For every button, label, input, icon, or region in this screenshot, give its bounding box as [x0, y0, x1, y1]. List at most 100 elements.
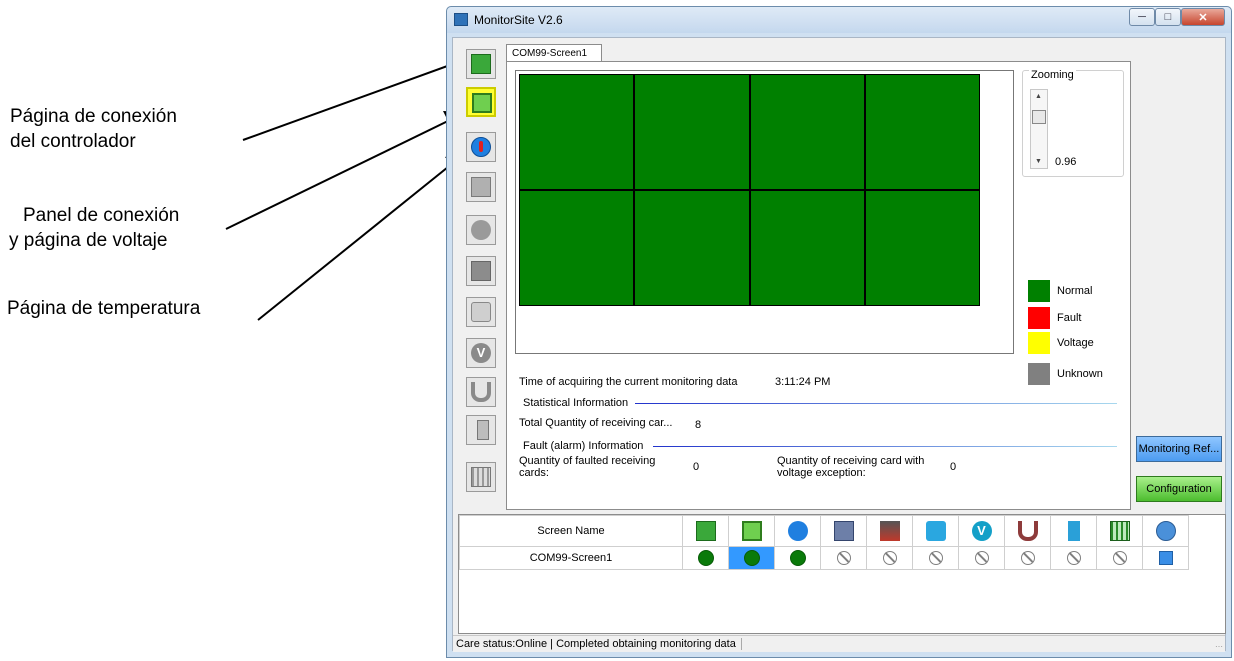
receiving-card-cell[interactable]	[749, 190, 865, 306]
panel-connection-icon	[472, 93, 492, 113]
magnet-icon	[471, 382, 491, 402]
fault-header: Fault (alarm) Information	[523, 440, 644, 452]
maximize-icon: □	[1164, 11, 1172, 23]
receiving-card-cell[interactable]	[864, 74, 980, 190]
minimize-icon: ─	[1138, 11, 1146, 23]
faulted-label-line: Quantity of faulted receiving	[519, 455, 656, 467]
receiving-card-cell[interactable]	[519, 74, 635, 190]
screen-map	[515, 70, 1014, 354]
screen-status-grid: Screen Name V COM99-Screen1	[458, 514, 1226, 634]
column-header[interactable]	[912, 515, 959, 547]
panel-connection-icon	[741, 521, 762, 541]
status-cell[interactable]	[682, 546, 729, 570]
monitoring-refresh-button[interactable]: Monitoring Ref...	[1136, 436, 1222, 462]
receiving-card-cell[interactable]	[634, 74, 750, 190]
status-cell[interactable]	[866, 546, 913, 570]
configuration-button[interactable]: Configuration	[1136, 476, 1222, 502]
faulted-label-line: cards:	[519, 467, 549, 479]
legend-label: Voltage	[1057, 337, 1094, 349]
status-cell[interactable]	[958, 546, 1005, 570]
controller-board-icon	[471, 54, 491, 74]
table-row[interactable]: COM99-Screen1	[459, 546, 1189, 570]
column-header[interactable]	[820, 515, 867, 547]
voltage-exception-label: Quantity of receiving card with voltage …	[777, 455, 924, 479]
status-ok-icon	[743, 550, 760, 566]
column-header[interactable]	[682, 515, 729, 547]
toolbar-button-panel-connection[interactable]	[466, 87, 496, 117]
legend-swatch	[1028, 363, 1050, 385]
slider-down-icon[interactable]: ▼	[1035, 158, 1042, 165]
status-cell[interactable]	[912, 546, 959, 570]
toolbar-button-module-grid[interactable]	[466, 462, 496, 492]
slider-up-icon[interactable]: ▲	[1035, 93, 1042, 100]
total-label: Total Quantity of receiving car...	[519, 417, 673, 429]
fan-icon	[471, 302, 491, 322]
toolbar-button-controller[interactable]	[466, 49, 496, 79]
voltage-label-line: Quantity of receiving card with	[777, 455, 925, 467]
toolbar-button-fan[interactable]	[466, 297, 496, 327]
zoom-slider-thumb[interactable]	[1032, 110, 1046, 124]
maximize-button[interactable]: □	[1155, 8, 1181, 26]
total-value: 8	[695, 419, 702, 431]
time-value: 3:11:24 PM	[775, 376, 831, 388]
time-label: Time of acquiring the current monitoring…	[519, 376, 738, 388]
column-header[interactable]	[774, 515, 821, 547]
resize-grip-icon[interactable]: ⋯	[1215, 642, 1223, 651]
column-header-screen-name[interactable]: Screen Name	[459, 515, 683, 547]
faulted-value: 0	[693, 461, 700, 473]
temperature-icon	[787, 521, 808, 541]
receiving-card-cell[interactable]	[864, 190, 980, 306]
status-cell[interactable]	[1142, 546, 1189, 570]
toolbar-button-receiving-card[interactable]	[466, 172, 496, 202]
not-available-icon	[836, 551, 851, 565]
client-area: V COM99-Screen1 Zooming ▲ ▼ 0.96 Normal …	[452, 37, 1226, 652]
tab-panel: Zooming ▲ ▼ 0.96 Normal Fault Voltage Un…	[506, 61, 1131, 510]
status-cell[interactable]	[1050, 546, 1097, 570]
toolbar-button-temperature[interactable]	[466, 132, 496, 162]
toolbar-button-voltage[interactable]: V	[466, 338, 496, 368]
receiving-card-cell[interactable]	[634, 190, 750, 306]
column-header[interactable]	[728, 515, 775, 547]
column-header[interactable]: V	[958, 515, 1005, 547]
receiving-card-icon	[833, 521, 854, 541]
toolbar-button-door[interactable]	[466, 415, 496, 445]
screen-name-cell[interactable]: COM99-Screen1	[459, 546, 683, 570]
column-header[interactable]	[866, 515, 913, 547]
column-header[interactable]	[1050, 515, 1097, 547]
faulted-label: Quantity of faulted receiving cards:	[519, 455, 655, 479]
toolbar-button-humidity[interactable]	[466, 215, 496, 245]
receiving-card-cell[interactable]	[749, 74, 865, 190]
section-divider	[653, 446, 1117, 447]
status-cell[interactable]	[820, 546, 867, 570]
fan-icon	[925, 521, 946, 541]
magnet-icon	[1017, 521, 1038, 541]
window-controls: ─ □ ✕	[1129, 8, 1225, 26]
receiving-card-icon	[471, 177, 491, 197]
status-text: Care status:Online | Completed obtaining…	[456, 638, 742, 650]
legend-label: Normal	[1057, 285, 1093, 297]
title-bar[interactable]: MonitorSite V2.6 ─ □ ✕	[447, 7, 1231, 33]
temperature-icon	[471, 137, 491, 157]
not-available-icon	[974, 551, 989, 565]
status-cell[interactable]	[728, 546, 775, 570]
arrow-temperature	[257, 162, 454, 321]
toolbar-button-magnet[interactable]	[466, 377, 496, 407]
status-cell[interactable]	[1004, 546, 1051, 570]
tab-com99-screen1[interactable]: COM99-Screen1	[506, 44, 602, 62]
status-cell[interactable]	[1096, 546, 1143, 570]
arrow-panel	[225, 119, 451, 230]
voltage-icon: V	[471, 343, 491, 363]
zoom-slider[interactable]: ▲ ▼	[1030, 89, 1048, 169]
column-header[interactable]	[1004, 515, 1051, 547]
close-button[interactable]: ✕	[1181, 8, 1225, 26]
column-header[interactable]	[1096, 515, 1143, 547]
zoom-value: 0.96	[1055, 156, 1077, 168]
column-header[interactable]	[1142, 515, 1189, 547]
minimize-button[interactable]: ─	[1129, 8, 1155, 26]
voltage-label-line: voltage exception:	[777, 467, 866, 479]
zoom-label: Zooming	[1029, 69, 1076, 81]
toolbar-button-smoke[interactable]	[466, 256, 496, 286]
legend-swatch	[1028, 280, 1050, 302]
status-cell[interactable]	[774, 546, 821, 570]
receiving-card-cell[interactable]	[519, 190, 635, 306]
